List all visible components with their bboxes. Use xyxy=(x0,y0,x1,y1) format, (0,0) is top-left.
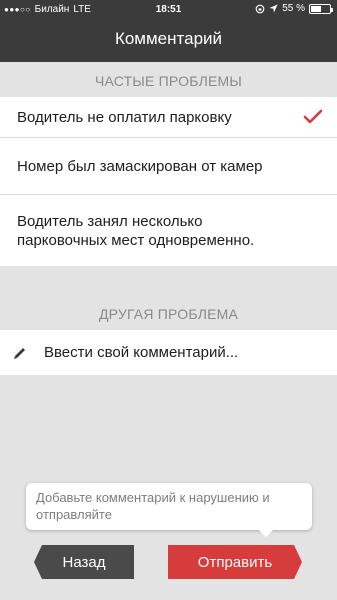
status-right: 55 % xyxy=(255,3,333,14)
problem-option-label: Номер был замаскирован от камер xyxy=(17,157,263,175)
problem-option-multiple-spots[interactable]: Водитель занял несколько парковочных мес… xyxy=(0,195,337,266)
comment-placeholder: Ввести свой комментарий... xyxy=(44,344,239,361)
top-header: ●●●○○ Билайн LTE 18:51 55 % Комментарий xyxy=(0,0,337,62)
problem-option-unpaid-parking[interactable]: Водитель не оплатил парковку xyxy=(0,97,337,138)
back-button[interactable]: Назад xyxy=(34,545,134,579)
problem-option-label: Водитель не оплатил парковку xyxy=(17,108,232,126)
location-arrow-icon xyxy=(269,4,278,13)
page-title: Комментарий xyxy=(114,29,223,48)
frequent-problems-list: Водитель не оплатил парковку Номер был з… xyxy=(0,97,337,266)
other-problem-heading: ДРУГАЯ ПРОБЛЕМА xyxy=(98,306,239,322)
checkmark-icon xyxy=(303,109,323,124)
problem-option-label: Водитель занял несколько парковочных мес… xyxy=(17,212,255,249)
battery-level-fill xyxy=(311,5,321,12)
battery-percent: 55 % xyxy=(282,3,305,14)
battery-icon xyxy=(309,3,333,14)
custom-comment-input[interactable]: Ввести свой комментарий... xyxy=(0,330,337,375)
hint-tooltip: Добавьте комментарий к нарушению и отпра… xyxy=(26,483,312,537)
status-bar: ●●●○○ Билайн LTE 18:51 55 % xyxy=(0,0,337,18)
frequent-problems-heading: ЧАСТЫЕ ПРОБЛЕМЫ xyxy=(95,73,242,89)
hint-tooltip-text: Добавьте комментарий к нарушению и отпра… xyxy=(36,490,270,522)
send-button[interactable]: Отправить xyxy=(168,545,302,579)
pencil-icon xyxy=(14,348,25,359)
orientation-lock-icon xyxy=(255,4,265,13)
problem-option-masked-plate[interactable]: Номер был замаскирован от камер xyxy=(0,138,337,195)
